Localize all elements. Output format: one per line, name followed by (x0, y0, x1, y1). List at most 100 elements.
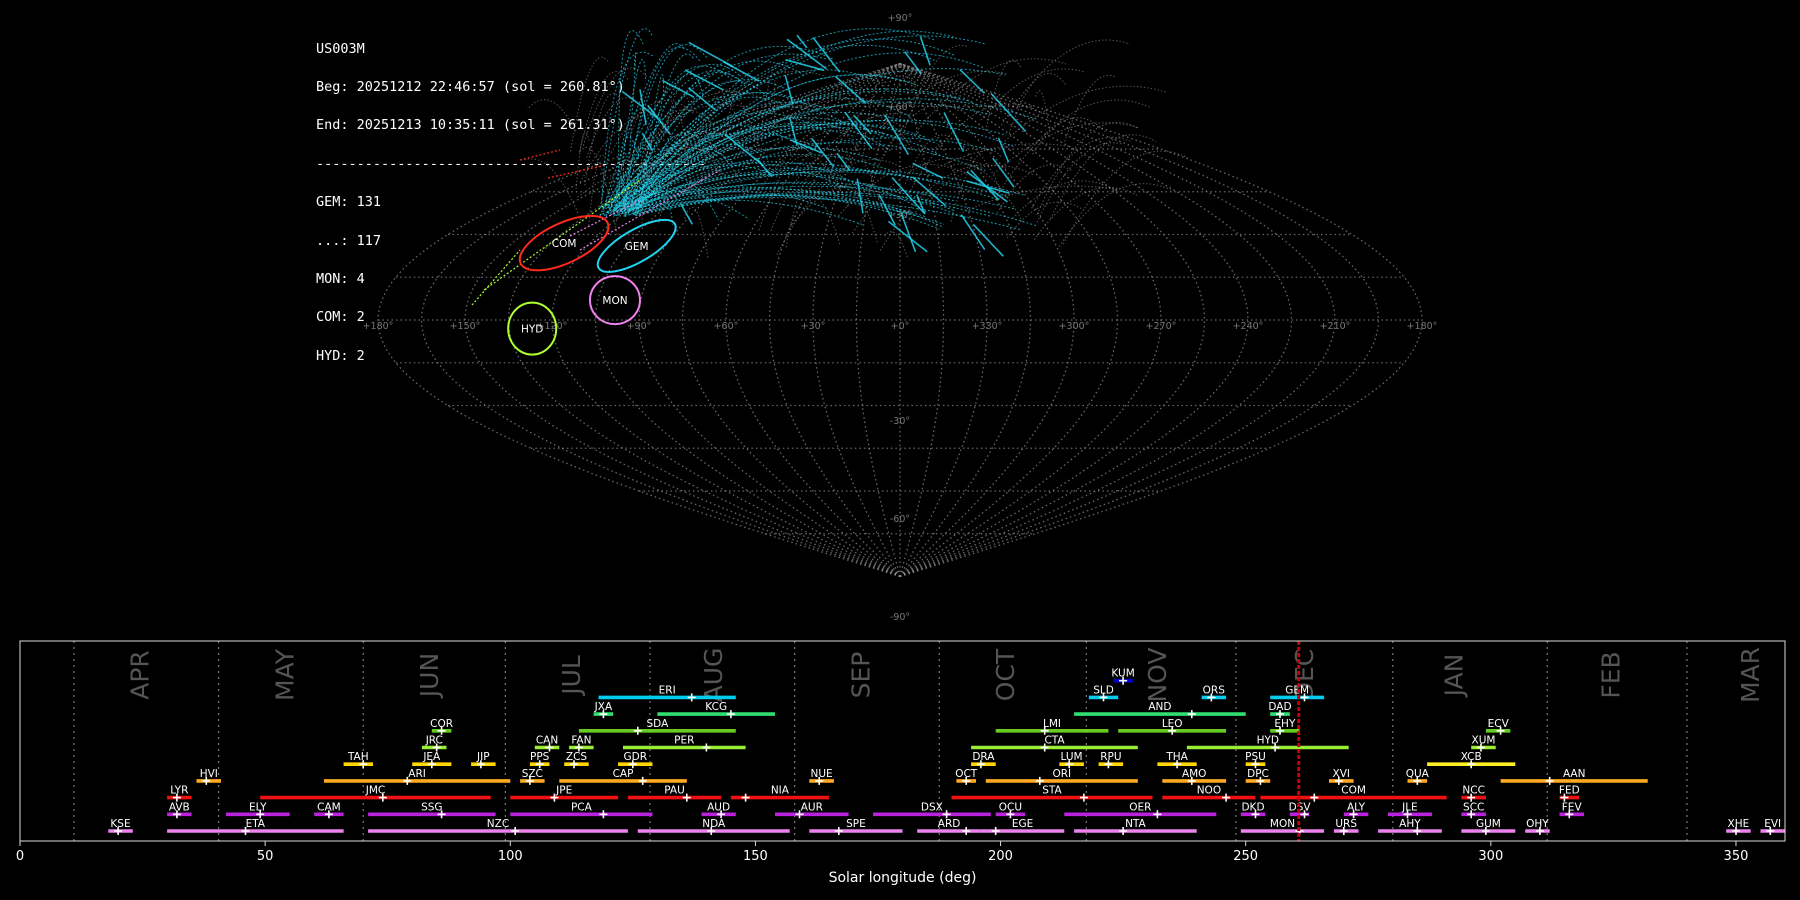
shower-label: JEA (422, 751, 441, 763)
gem-trail (621, 90, 659, 119)
shower-label: JLE (1401, 801, 1418, 813)
shower-label: PSU (1245, 751, 1266, 763)
longitude-tick-label: +90° (627, 321, 652, 332)
shower-label: AAN (1563, 768, 1586, 780)
meridian-line (899, 63, 988, 577)
gem-trail (632, 181, 955, 212)
shower-label: MON (1270, 818, 1295, 830)
shower-label: FAN (571, 735, 591, 747)
shower-label: THA (1165, 751, 1188, 763)
shower-label: JRC (425, 735, 443, 747)
radiant-label: GEM (625, 241, 649, 253)
shower-label: LMI (1043, 718, 1061, 730)
sporadic-trail (642, 90, 772, 153)
shower-label: EVI (1764, 818, 1781, 830)
shower-label: GDR (624, 751, 648, 763)
peak-marker (638, 776, 647, 785)
shower-label: DPC (1247, 768, 1269, 780)
shower-label: OCU (999, 801, 1022, 813)
shower-label: NIA (771, 785, 790, 797)
peak-marker (599, 810, 608, 819)
shower-label: AVB (169, 801, 190, 813)
longitude-tick-label: +330° (972, 321, 1003, 332)
peak-marker (633, 726, 642, 735)
gem-trail (992, 157, 1015, 188)
month-label: MAR (1736, 647, 1765, 703)
longitude-tick-label: +180° (1407, 321, 1438, 332)
gem-trail (834, 75, 867, 105)
sporadic-trail (883, 231, 908, 258)
gem-trail (796, 34, 808, 49)
sporadic-trail (1004, 85, 1168, 142)
shower-label: LUM (1061, 751, 1083, 763)
gem-trail (959, 69, 985, 94)
sporadic-trail (1064, 74, 1117, 142)
sporadic-trail (1000, 39, 1131, 126)
latitude-tick-label: -60° (890, 514, 910, 525)
shower-label: SDA (647, 718, 670, 730)
gem-trail (617, 197, 1023, 231)
shower-label: CAP (613, 768, 634, 780)
shower-label: KSE (110, 818, 130, 830)
shower-label: AND (1148, 701, 1171, 713)
sporadic-trail (1012, 180, 1119, 219)
shower-label: AHY (1399, 818, 1421, 830)
month-label: JUL (557, 655, 586, 697)
shower-label: SCC (1463, 801, 1484, 813)
shower-label: OER (1129, 801, 1151, 813)
shower-label: JXA (594, 701, 613, 713)
shower-label: AMO (1182, 768, 1207, 780)
sporadic-trail (832, 121, 904, 193)
peak-marker (1079, 793, 1088, 802)
sporadic-trail (980, 68, 1085, 121)
shower-label: LEO (1162, 718, 1183, 730)
shower-label: JPE (555, 785, 572, 797)
shower-label: URS (1335, 818, 1357, 830)
shower-label: OCT (955, 768, 978, 780)
month-label: SEP (846, 652, 875, 699)
sporadic-trail (950, 163, 1024, 223)
gem-trail (812, 37, 841, 73)
shower-label: NZC (487, 818, 509, 830)
sporadic-trail (758, 139, 824, 231)
peak-marker (991, 827, 1000, 835)
gem-trail (688, 41, 734, 68)
longitude-tick-label: +0° (891, 321, 910, 332)
shower-label: ERI (659, 684, 676, 696)
shower-label: XUM (1472, 735, 1496, 747)
shower-label: EHY (1274, 718, 1296, 730)
shower-label: XVI (1333, 768, 1350, 780)
peak-marker (702, 743, 711, 752)
x-axis-label: Solar longitude (deg) (829, 870, 977, 886)
gem-trail (635, 193, 992, 218)
peak-marker (511, 827, 520, 835)
shower-label: ECV (1488, 718, 1510, 730)
x-tick-label: 200 (988, 849, 1013, 864)
shower-label: CAM (317, 801, 341, 813)
gem-trail (684, 69, 724, 91)
x-tick-label: 0 (16, 849, 24, 864)
shower-label: RPU (1100, 751, 1121, 763)
x-tick-label: 150 (743, 849, 768, 864)
shower-label: NUE (811, 768, 833, 780)
longitude-tick-label: +300° (1059, 321, 1090, 332)
shower-label: AUR (801, 801, 823, 813)
shower-label: LYR (170, 785, 188, 797)
sporadic-trail (1031, 136, 1131, 209)
sporadic-trail (1006, 201, 1084, 239)
shower-label: HYD (1257, 735, 1279, 747)
shower-label: COR (430, 718, 453, 730)
month-label: JAN (1440, 654, 1469, 699)
month-label: JUN (415, 653, 444, 699)
gem-trail (612, 173, 954, 211)
shower-label: NDA (702, 818, 726, 830)
shower-label: CTA (1044, 735, 1065, 747)
x-tick-label: 250 (1233, 849, 1258, 864)
shower-label: XCB (1461, 751, 1482, 763)
shower-label: NOO (1197, 785, 1221, 797)
sporadic-trail (1036, 142, 1123, 223)
shower-label: ORI (1052, 768, 1071, 780)
month-label: OCT (991, 648, 1020, 701)
longitude-tick-label: +240° (1233, 321, 1264, 332)
radiant-label: COM (552, 238, 577, 250)
